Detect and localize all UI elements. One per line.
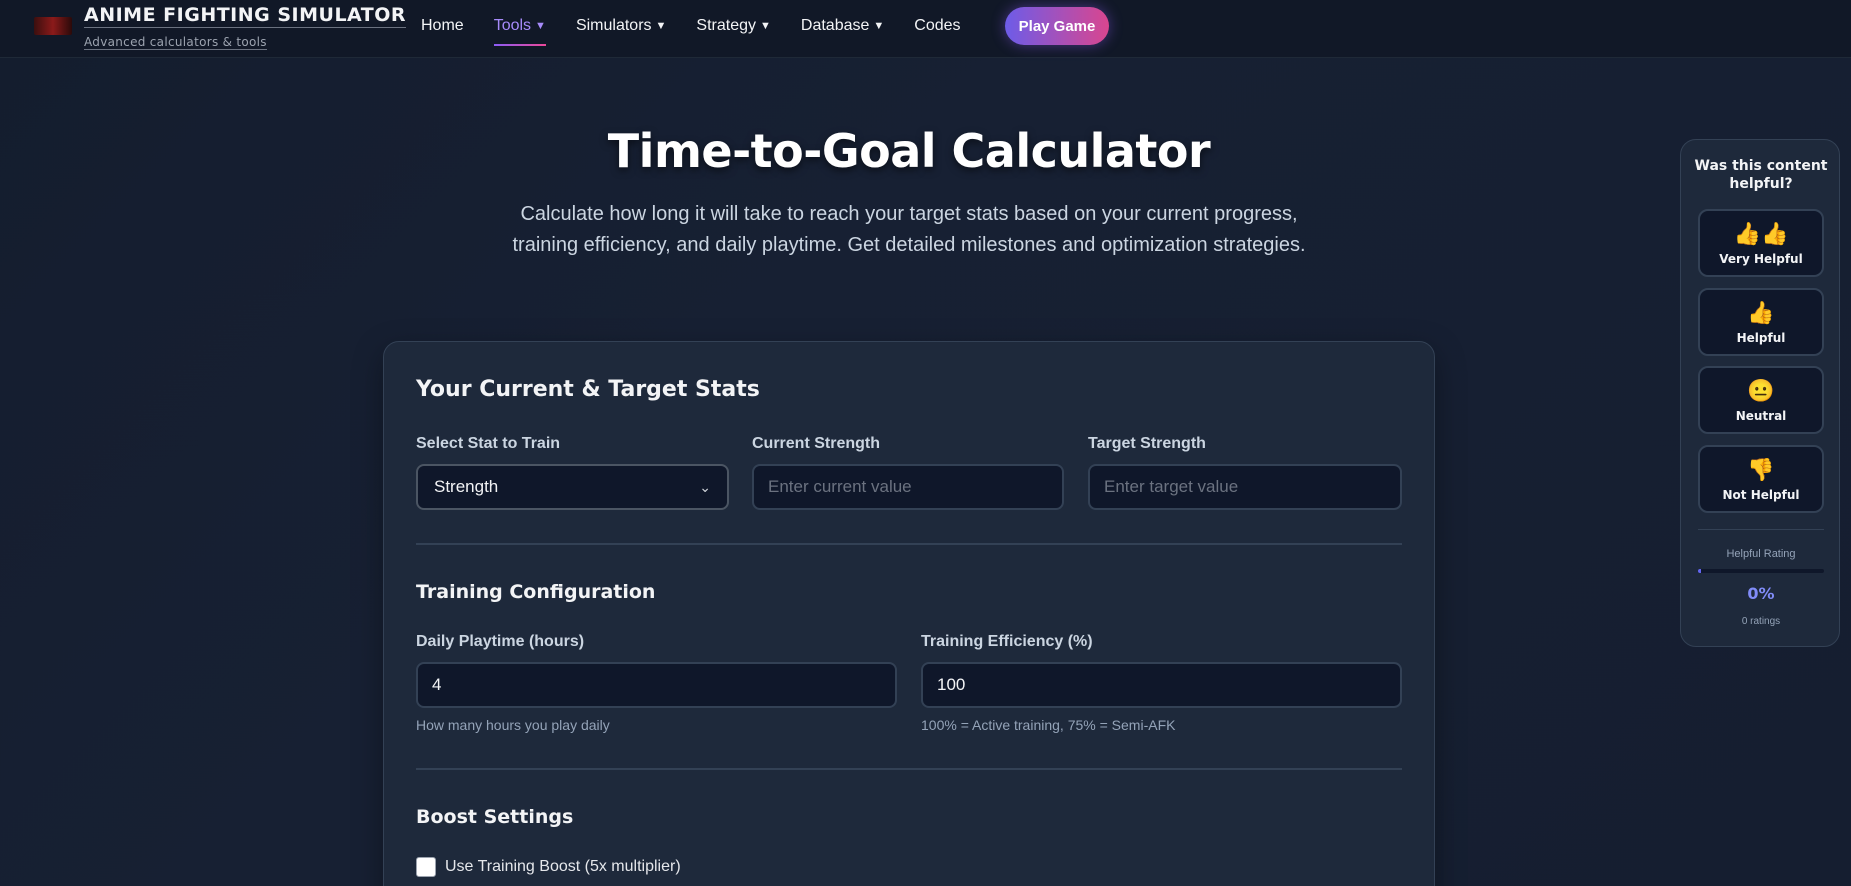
feedback-option-label: Not Helpful xyxy=(1722,488,1800,502)
feedback-question: Was this content helpful? xyxy=(1694,158,1828,192)
helpful-rating-bar-fill xyxy=(1698,569,1701,573)
current-stat-input[interactable] xyxy=(752,464,1064,510)
stat-select[interactable]: Strength ⌄ xyxy=(416,464,729,510)
feedback-option-label: Helpful xyxy=(1736,331,1786,345)
top-navigation-bar: ANIME FIGHTING SIMULATOR Advanced calcul… xyxy=(0,0,1851,58)
site-logo[interactable] xyxy=(34,17,72,35)
nav-database-label: Database xyxy=(800,17,870,34)
boost-section-title: Boost Settings xyxy=(416,806,574,828)
feedback-panel: Was this content helpful? 👍👍 Very Helpfu… xyxy=(1680,139,1840,647)
nav-codes[interactable]: Codes xyxy=(914,0,960,52)
feedback-very-helpful-button[interactable]: 👍👍 Very Helpful xyxy=(1698,209,1824,277)
feedback-option-label: Neutral xyxy=(1735,409,1787,423)
nav-tools-label: Tools xyxy=(493,17,532,34)
training-boost-checkbox[interactable] xyxy=(416,857,436,877)
stat-select-value: Strength xyxy=(434,477,499,496)
nav-home[interactable]: Home xyxy=(421,0,464,52)
training-boost-label[interactable]: Use Training Boost (5x multiplier) xyxy=(445,858,681,876)
feedback-option-label: Very Helpful xyxy=(1719,252,1803,266)
nav-codes-label: Codes xyxy=(914,17,961,34)
target-stat-label: Target Strength xyxy=(1088,435,1206,452)
feedback-divider xyxy=(1698,529,1824,530)
neutral-face-icon: 😐 xyxy=(1747,378,1775,403)
page-description: Calculate how long it will take to reach… xyxy=(512,203,1306,256)
training-section-title: Training Configuration xyxy=(416,581,656,603)
nav-simulators[interactable]: Simulators ▼ xyxy=(576,0,666,52)
rating-count: 0 ratings xyxy=(1741,616,1781,627)
stats-section-title: Your Current & Target Stats xyxy=(416,377,760,402)
training-efficiency-hint: 100% = Active training, 75% = Semi-AFK xyxy=(921,717,1176,733)
nav-strategy[interactable]: Strategy ▼ xyxy=(696,0,770,52)
nav-home-label: Home xyxy=(421,17,464,34)
page-title: Time-to-Goal Calculator xyxy=(607,124,1211,178)
calculator-card: Your Current & Target Stats Select Stat … xyxy=(383,341,1435,886)
thumbs-down-icon: 👎 xyxy=(1747,457,1775,482)
daily-playtime-input[interactable] xyxy=(416,662,897,708)
daily-playtime-hint: How many hours you play daily xyxy=(416,717,610,733)
thumbs-up-icon: 👍 xyxy=(1747,300,1775,325)
training-efficiency-label: Training Efficiency (%) xyxy=(921,633,1093,650)
nav-strategy-label: Strategy xyxy=(696,17,756,34)
feedback-helpful-button[interactable]: 👍 Helpful xyxy=(1698,288,1824,356)
feedback-not-helpful-button[interactable]: 👎 Not Helpful xyxy=(1698,445,1824,513)
stat-select-label: Select Stat to Train xyxy=(416,435,561,452)
nav-database[interactable]: Database ▼ xyxy=(801,0,884,52)
daily-playtime-label: Daily Playtime (hours) xyxy=(416,633,585,650)
current-stat-label: Current Strength xyxy=(752,435,880,452)
training-efficiency-input[interactable] xyxy=(921,662,1402,708)
chevron-down-icon: ▼ xyxy=(655,20,667,32)
helpful-rating-label: Helpful Rating xyxy=(1726,548,1796,560)
chevron-down-icon: ▼ xyxy=(873,20,885,32)
main-nav: Home Tools ▼ Simulators ▼ Strategy ▼ Dat… xyxy=(421,0,991,52)
nav-simulators-label: Simulators xyxy=(575,17,652,34)
play-game-button[interactable]: Play Game xyxy=(1005,7,1109,45)
target-stat-input[interactable] xyxy=(1088,464,1402,510)
feedback-neutral-button[interactable]: 😐 Neutral xyxy=(1698,366,1824,434)
helpful-rating-percent: 0% xyxy=(1747,584,1775,603)
nav-tools[interactable]: Tools ▼ xyxy=(493,0,547,52)
section-divider xyxy=(416,768,1402,770)
site-title[interactable]: ANIME FIGHTING SIMULATOR xyxy=(84,4,407,28)
site-subtitle[interactable]: Advanced calculators & tools xyxy=(84,35,267,50)
section-divider xyxy=(416,543,1402,545)
helpful-rating-bar xyxy=(1698,569,1824,573)
chevron-down-icon: ⌄ xyxy=(699,478,711,495)
chevron-down-icon: ▼ xyxy=(760,20,771,32)
double-thumbs-up-icon: 👍👍 xyxy=(1733,221,1789,246)
chevron-down-icon: ▼ xyxy=(535,20,546,32)
